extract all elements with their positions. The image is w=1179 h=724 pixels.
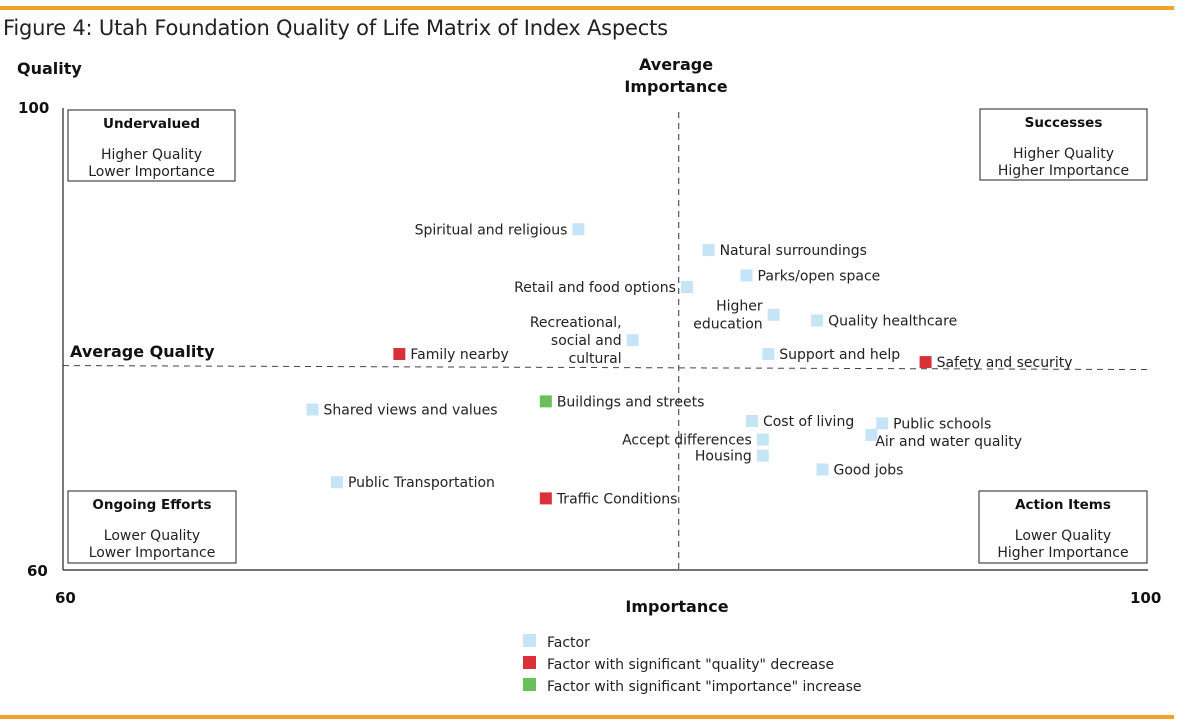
- legend-swatch: [523, 656, 536, 669]
- x-tick-min: 60: [55, 589, 76, 607]
- data-point-public-schools: Public schools: [876, 416, 991, 432]
- point-marker: [680, 281, 693, 294]
- data-point-support-and-help: Support and help: [762, 347, 900, 363]
- quadrant-quality-text: Lower Quality: [1015, 528, 1111, 544]
- point-marker: [767, 308, 780, 321]
- data-point-housing: Housing: [695, 449, 769, 465]
- point-marker: [539, 492, 552, 505]
- point-label: social and: [551, 333, 622, 349]
- point-marker: [756, 449, 769, 462]
- point-marker: [702, 244, 715, 257]
- data-point-spiritual-and-religious: Spiritual and religious: [415, 222, 585, 238]
- point-label: Cost of living: [763, 414, 854, 430]
- point-label: Quality healthcare: [828, 314, 957, 330]
- quadrant-importance-text: Lower Importance: [89, 545, 216, 561]
- legend-item-factor: Factor: [523, 634, 590, 651]
- quadrant-box-ongoing-efforts: Ongoing Efforts Lower QualityLower Import…: [67, 490, 237, 564]
- point-label: Spiritual and religious: [415, 222, 568, 238]
- y-tick-max: 100: [18, 99, 49, 117]
- legend-label: Factor with significant "importance" inc…: [547, 679, 862, 695]
- data-point-quality-healthcare: Quality healthcare: [811, 314, 957, 330]
- point-label: education: [693, 317, 762, 333]
- quadrant-box-undervalued: Undervalued Higher QualityLower Importanc…: [67, 109, 236, 182]
- point-label: Housing: [695, 449, 752, 465]
- x-axis-label: Importance: [625, 597, 728, 616]
- data-point-cost-of-living: Cost of living: [745, 414, 854, 430]
- point-label: Accept differences: [622, 432, 752, 448]
- quadrant-quality-text: Higher Quality: [1013, 146, 1114, 162]
- quadrant-box-successes: Successes Higher QualityHigher Importance: [979, 108, 1148, 181]
- data-point-parks-open-space: Parks/open space: [740, 268, 881, 284]
- quadrant-quality-text: Lower Quality: [104, 528, 200, 544]
- point-label: Traffic Conditions: [556, 491, 678, 507]
- y-tick-min: 60: [27, 562, 48, 580]
- point-label: Support and help: [779, 347, 900, 363]
- point-label: Recreational,: [530, 315, 622, 331]
- point-label: Safety and security: [937, 355, 1073, 371]
- point-label: Parks/open space: [758, 268, 881, 284]
- data-point-traffic-conditions: Traffic Conditions: [539, 491, 678, 507]
- bottom-accent-rule: [0, 715, 1174, 719]
- legend-swatch: [523, 678, 536, 691]
- avg-importance-label-line1: Average: [639, 55, 713, 74]
- point-marker: [745, 415, 758, 428]
- point-marker: [740, 269, 753, 282]
- legend-label: Factor with significant "quality" decrea…: [547, 657, 834, 673]
- point-marker: [539, 395, 552, 408]
- x-tick-max: 100: [1130, 589, 1161, 607]
- data-point-good-jobs: Good jobs: [816, 463, 904, 479]
- point-label: Natural surroundings: [720, 243, 867, 259]
- data-point-safety-and-security: Safety and security: [919, 355, 1073, 371]
- point-label: Higher: [716, 299, 763, 315]
- point-marker: [876, 417, 889, 430]
- legend-item-importance-increase: Factor with significant "importance" inc…: [523, 678, 862, 695]
- scatter-plot: Quality Importance Average Importance Av…: [17, 55, 1161, 695]
- quadrant-importance-text: Higher Importance: [997, 545, 1128, 561]
- avg-importance-label-line2: Importance: [624, 77, 727, 96]
- y-axis-label: Quality: [17, 59, 82, 78]
- point-label: cultural: [569, 351, 622, 367]
- avg-quality-label: Average Quality: [70, 342, 215, 361]
- point-marker: [756, 433, 769, 446]
- point-label: Public schools: [893, 416, 991, 432]
- data-point-family-nearby: Family nearby: [393, 347, 509, 363]
- data-point-public-transportation: Public Transportation: [330, 475, 495, 491]
- point-marker: [572, 223, 585, 236]
- quadrant-quality-text: Higher Quality: [101, 147, 202, 163]
- data-point-retail-and-food-options: Retail and food options: [514, 280, 693, 296]
- quadrant-box-action-items: Action Items Lower QualityHigher Importan…: [978, 490, 1148, 564]
- data-point-buildings-and-streets: Buildings and streets: [539, 394, 705, 410]
- legend-item-quality-decrease: Factor with significant "quality" decrea…: [523, 656, 834, 673]
- point-label: Retail and food options: [514, 280, 676, 296]
- quadrant-title: Successes: [1025, 115, 1103, 131]
- point-marker: [306, 403, 319, 416]
- quadrant-importance-text: Lower Importance: [88, 164, 215, 180]
- data-point-shared-views-and-values: Shared views and values: [306, 402, 498, 418]
- data-point-recreational-social-and-cultural: Recreational, social and cultural: [530, 315, 639, 367]
- point-label: Buildings and streets: [557, 394, 705, 410]
- point-label: Family nearby: [410, 347, 509, 363]
- point-label: Good jobs: [834, 463, 904, 479]
- point-marker: [811, 314, 824, 327]
- legend-label: Factor: [547, 635, 590, 651]
- quadrant-title: Undervalued: [103, 116, 200, 132]
- point-marker: [816, 463, 829, 476]
- data-point-higher-education: Higher education: [693, 299, 780, 333]
- point-label: Air and water quality: [875, 434, 1022, 450]
- point-marker: [626, 334, 639, 347]
- point-marker: [919, 356, 932, 369]
- quadrant-title: Action Items: [1015, 497, 1111, 513]
- quadrant-importance-text: Higher Importance: [998, 163, 1129, 179]
- data-point-natural-surroundings: Natural surroundings: [702, 243, 867, 259]
- data-point-accept-differences: Accept differences: [622, 432, 769, 448]
- point-label: Shared views and values: [324, 402, 498, 418]
- point-label: Public Transportation: [348, 475, 495, 491]
- legend-swatch: [523, 634, 536, 647]
- quadrant-title: Ongoing Efforts: [92, 497, 211, 513]
- point-marker: [393, 348, 406, 361]
- point-marker: [762, 348, 775, 361]
- point-marker: [330, 476, 343, 489]
